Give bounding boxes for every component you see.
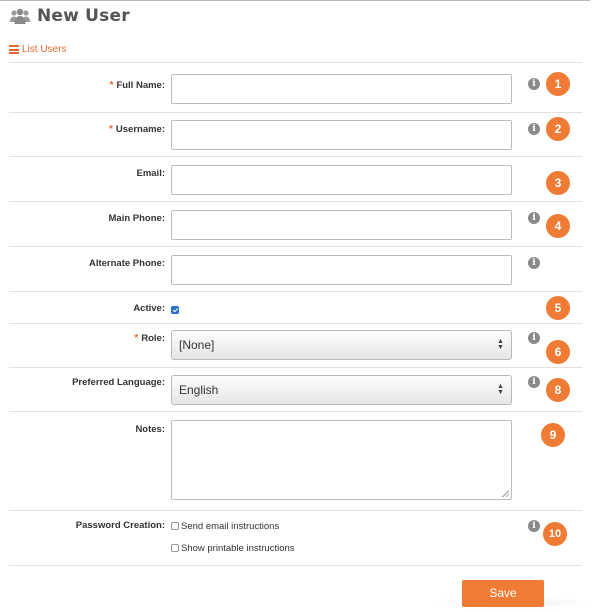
preferred-language-select[interactable]: English ▲ ▼ <box>171 375 512 405</box>
alternate-phone-input[interactable] <box>171 255 512 285</box>
divider <box>9 367 582 368</box>
divider <box>9 112 582 113</box>
step-badge: 1 <box>546 72 570 96</box>
step-badge: 5 <box>546 296 570 320</box>
full-name-input[interactable] <box>171 74 512 104</box>
required-marker: * <box>134 333 139 344</box>
step-badge: 3 <box>546 171 570 195</box>
info-icon[interactable]: i <box>528 332 540 344</box>
divider <box>9 291 582 292</box>
users-icon <box>9 8 31 24</box>
username-label: * Username: <box>108 124 165 135</box>
list-icon <box>9 45 19 54</box>
show-printable-checkbox[interactable] <box>171 544 179 552</box>
full-name-label: * Full Name: <box>109 80 165 91</box>
required-marker: * <box>109 80 114 91</box>
updown-arrows-icon: ▲ ▼ <box>497 338 504 351</box>
step-badge: 2 <box>546 117 570 141</box>
info-icon[interactable]: i <box>528 123 540 135</box>
divider <box>9 565 582 566</box>
alternate-phone-label: Alternate Phone: <box>88 258 165 269</box>
notes-label: Notes: <box>135 424 165 435</box>
step-badge: 9 <box>541 423 565 447</box>
password-creation-label: Password Creation: <box>75 520 165 531</box>
role-selected-value: [None] <box>179 338 215 352</box>
preferred-language-label: Preferred Language: <box>72 377 165 388</box>
divider <box>9 62 582 63</box>
role-select[interactable]: [None] ▲ ▼ <box>171 330 512 360</box>
active-label: Active: <box>133 303 165 314</box>
step-badge: 6 <box>546 340 570 364</box>
updown-arrows-icon: ▲ ▼ <box>497 383 504 396</box>
resize-handle-icon[interactable] <box>502 490 509 497</box>
show-printable-label: Show printable instructions <box>181 543 295 554</box>
send-email-label: Send email instructions <box>181 521 280 532</box>
role-label: * Role: <box>134 333 165 344</box>
divider <box>9 201 582 202</box>
divider <box>9 510 582 511</box>
username-input[interactable] <box>171 120 512 150</box>
info-icon[interactable]: i <box>528 212 540 224</box>
step-badge: 4 <box>546 214 570 238</box>
top-border <box>0 0 590 1</box>
info-icon[interactable]: i <box>528 376 540 388</box>
email-input[interactable] <box>171 165 512 195</box>
step-badge: 8 <box>546 378 570 402</box>
page-title: New User <box>37 6 130 26</box>
required-marker: * <box>108 124 113 135</box>
list-users-label: List Users <box>22 44 67 55</box>
page-header: New User <box>9 4 130 28</box>
active-checkbox[interactable] <box>171 306 179 314</box>
save-button[interactable]: Save <box>462 580 544 607</box>
info-icon[interactable]: i <box>528 257 540 269</box>
email-label: Email: <box>136 168 165 179</box>
notes-textarea[interactable] <box>171 420 512 500</box>
divider <box>9 156 582 157</box>
divider <box>9 411 582 412</box>
main-phone-input[interactable] <box>171 210 512 240</box>
language-selected-value: English <box>179 383 219 397</box>
divider <box>9 323 582 324</box>
list-users-link[interactable]: List Users <box>9 44 66 55</box>
send-email-checkbox[interactable] <box>171 522 179 530</box>
divider <box>9 246 582 247</box>
info-icon[interactable]: i <box>528 78 540 90</box>
main-phone-label: Main Phone: <box>108 213 165 224</box>
step-badge: 10 <box>543 522 567 546</box>
info-icon[interactable]: i <box>528 520 540 532</box>
